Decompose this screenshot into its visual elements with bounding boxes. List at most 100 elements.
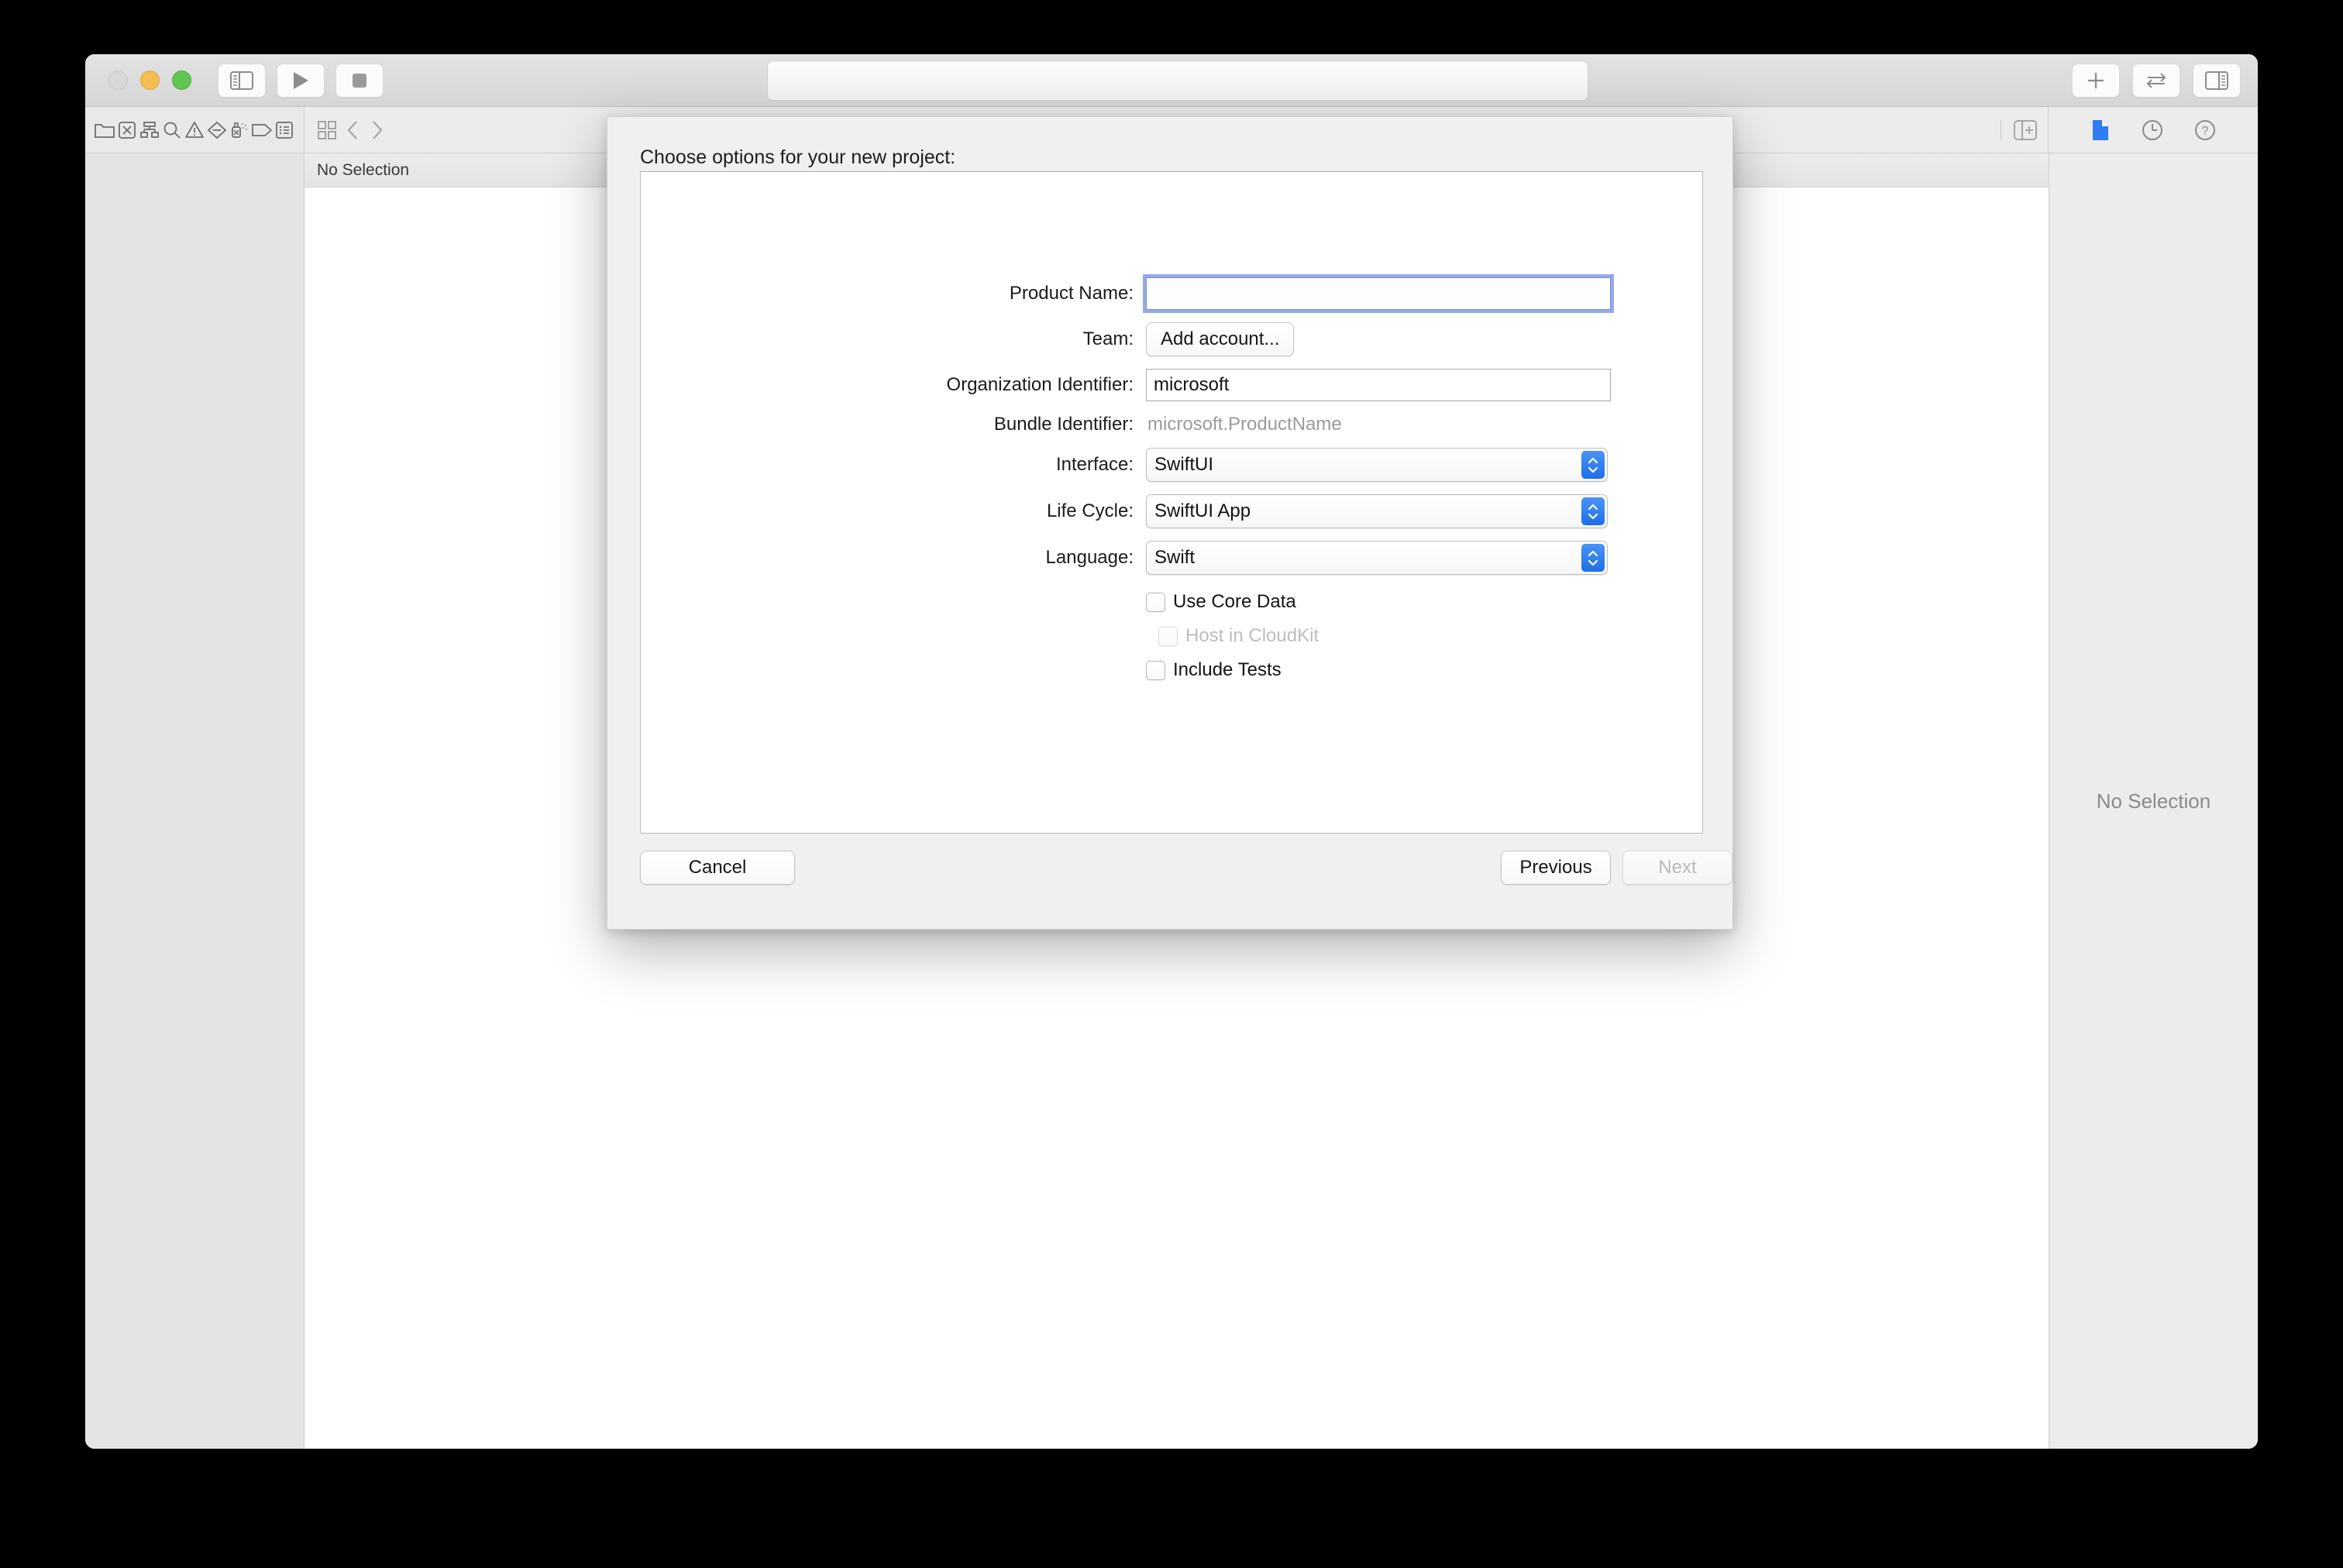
search-icon xyxy=(163,121,181,139)
sidebar-toggle-icon xyxy=(230,70,253,90)
chevron-updown-icon xyxy=(1581,497,1605,525)
team-label: Team: xyxy=(1082,328,1134,349)
include-tests-row[interactable]: Include Tests xyxy=(1146,655,1702,685)
back-chevron-icon[interactable] xyxy=(346,119,360,141)
interface-selected-value: SwiftUI xyxy=(1154,454,1214,475)
history-inspector-icon[interactable] xyxy=(2142,119,2163,141)
debug-navigator-tab[interactable] xyxy=(206,115,229,146)
host-in-cloudkit-checkbox xyxy=(1158,626,1178,646)
product-name-input[interactable] xyxy=(1146,277,1611,310)
organization-identifier-input[interactable]: microsoft xyxy=(1146,369,1611,401)
options-form: Product Name: Team: Add account... Organ… xyxy=(641,277,1702,689)
bundle-identifier-row: Bundle Identifier: microsoft.ProductName xyxy=(641,414,1702,435)
title-bar xyxy=(85,54,2258,107)
host-in-cloudkit-label: Host in CloudKit xyxy=(1185,625,1319,646)
life-cycle-label: Life Cycle: xyxy=(1046,500,1134,521)
source-control-navigator-tab[interactable] xyxy=(115,115,138,146)
issue-navigator-tab[interactable] xyxy=(183,115,205,146)
new-project-options-sheet: Choose options for your new project: Pro… xyxy=(607,116,1733,930)
use-core-data-label: Use Core Data xyxy=(1173,591,1296,612)
bundle-identifier-label: Bundle Identifier: xyxy=(993,414,1134,435)
language-selected-value: Swift xyxy=(1154,547,1196,568)
host-in-cloudkit-row: Host in CloudKit xyxy=(1158,621,1702,651)
team-row: Team: Add account... xyxy=(641,322,1702,356)
traffic-lights xyxy=(108,70,191,90)
product-name-field-col xyxy=(1146,277,1626,310)
sheet-options-panel: Product Name: Team: Add account... Organ… xyxy=(640,171,1703,834)
close-window-button[interactable] xyxy=(108,70,128,90)
forward-chevron-icon[interactable] xyxy=(370,119,384,141)
interface-row: Interface: SwiftUI xyxy=(641,448,1702,482)
include-tests-checkbox[interactable] xyxy=(1146,660,1165,680)
life-cycle-select[interactable]: SwiftUI App xyxy=(1146,494,1608,528)
language-row: Language: Swift xyxy=(641,541,1702,575)
swap-arrows-button[interactable] xyxy=(2132,64,2180,98)
language-label: Language: xyxy=(1045,547,1134,568)
life-cycle-row: Life Cycle: SwiftUI App xyxy=(641,494,1702,528)
cancel-button[interactable]: Cancel xyxy=(640,851,795,885)
navigator-toolbar xyxy=(85,107,304,153)
chevron-updown-icon xyxy=(1581,451,1605,479)
minimize-window-button[interactable] xyxy=(140,70,160,90)
zoom-window-button[interactable] xyxy=(172,70,191,90)
source-control-icon xyxy=(118,121,136,139)
find-navigator-tab[interactable] xyxy=(160,115,183,146)
inspector-empty-label: No Selection xyxy=(2096,789,2211,813)
life-cycle-field-col: SwiftUI App xyxy=(1146,494,1626,528)
sheet-title: Choose options for your new project: xyxy=(640,146,956,168)
title-bar-left-buttons xyxy=(218,63,384,98)
interface-label: Interface: xyxy=(1055,454,1134,475)
grid-icon[interactable] xyxy=(317,120,337,140)
title-bar-right-buttons xyxy=(2072,64,2241,98)
run-button[interactable] xyxy=(277,63,325,98)
inspector-toggle-button[interactable] xyxy=(2193,64,2241,98)
navigator-panel[interactable] xyxy=(85,153,304,1449)
sheet-footer: Cancel Previous Next xyxy=(607,832,1732,929)
add-icon xyxy=(2086,70,2106,91)
report-navigator-tab[interactable] xyxy=(274,115,296,146)
add-account-button[interactable]: Add account... xyxy=(1146,322,1295,356)
svg-text:?: ? xyxy=(2202,125,2209,138)
swap-arrows-icon xyxy=(2145,71,2168,90)
tag-icon xyxy=(251,122,273,138)
add-editor-icon[interactable] xyxy=(2014,119,2037,140)
report-icon xyxy=(275,121,294,139)
jump-bar-label: No Selection xyxy=(317,160,410,179)
status-activity-bar[interactable] xyxy=(767,60,1588,101)
stop-button[interactable] xyxy=(335,63,384,98)
bundle-identifier-value: microsoft.ProductName xyxy=(1147,414,1342,435)
warning-icon xyxy=(184,121,205,139)
symbol-hierarchy-icon xyxy=(139,121,160,139)
product-name-label: Product Name: xyxy=(1009,283,1134,304)
inspector-toolbar: ? xyxy=(2049,107,2258,153)
inspector-toggle-icon xyxy=(2205,71,2228,90)
next-button: Next xyxy=(1622,851,1732,885)
symbol-navigator-tab[interactable] xyxy=(138,115,160,146)
interface-field-col: SwiftUI xyxy=(1146,448,1626,482)
help-inspector-icon[interactable]: ? xyxy=(2194,119,2216,141)
life-cycle-selected-value: SwiftUI App xyxy=(1154,500,1251,521)
bundle-identifier-field-col: microsoft.ProductName xyxy=(1146,414,1626,435)
stop-icon xyxy=(351,72,368,89)
organization-identifier-label: Organization Identifier: xyxy=(946,374,1134,395)
breakpoint-icon xyxy=(207,121,227,139)
run-icon xyxy=(291,70,310,91)
project-navigator-tab[interactable] xyxy=(93,115,115,146)
editor-toolbar-right xyxy=(2001,119,2037,140)
organization-identifier-field-col: microsoft xyxy=(1146,369,1626,401)
interface-select[interactable]: SwiftUI xyxy=(1146,448,1608,482)
language-field-col: Swift xyxy=(1146,541,1626,575)
use-core-data-row[interactable]: Use Core Data xyxy=(1146,587,1702,617)
language-select[interactable]: Swift xyxy=(1146,541,1608,575)
chevron-updown-icon xyxy=(1581,544,1605,572)
sidebar-toggle-button[interactable] xyxy=(218,63,266,98)
use-core-data-checkbox[interactable] xyxy=(1146,592,1165,612)
file-inspector-icon[interactable] xyxy=(2090,119,2111,142)
previous-button[interactable]: Previous xyxy=(1501,851,1611,885)
team-field-col: Add account... xyxy=(1146,322,1626,356)
test-navigator-tab[interactable] xyxy=(229,115,251,146)
inspector-panel: No Selection xyxy=(2049,153,2258,1449)
breakpoint-navigator-tab[interactable] xyxy=(251,115,274,146)
add-button[interactable] xyxy=(2072,64,2120,98)
test-spray-icon xyxy=(229,121,249,139)
